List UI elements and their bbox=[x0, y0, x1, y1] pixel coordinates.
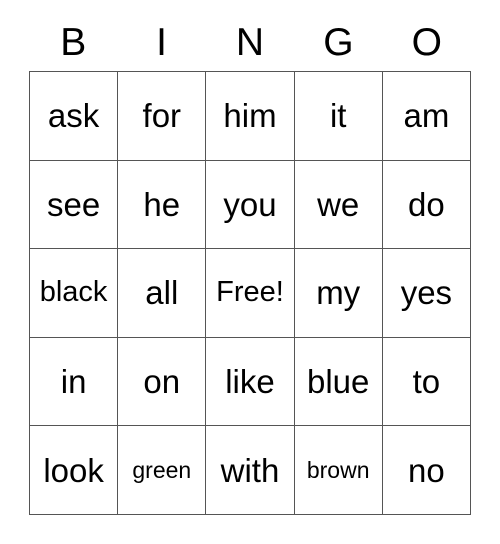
bingo-cell[interactable]: for bbox=[118, 72, 207, 161]
bingo-cell[interactable]: see bbox=[30, 160, 119, 250]
bingo-cell-label: am bbox=[403, 97, 450, 135]
bingo-cell-label: we bbox=[317, 185, 360, 223]
bingo-cell[interactable]: in bbox=[30, 337, 119, 427]
bingo-header-letter-n: N bbox=[235, 21, 265, 64]
bingo-cell[interactable]: black bbox=[30, 249, 119, 338]
bingo-header-letter-b: B bbox=[60, 21, 87, 64]
bingo-header-letter-o: O bbox=[411, 21, 442, 64]
bingo-cell[interactable]: my bbox=[294, 249, 383, 338]
bingo-cell[interactable]: on bbox=[118, 337, 207, 427]
bingo-cell[interactable]: ask bbox=[30, 72, 119, 161]
bingo-cell[interactable]: brown bbox=[294, 426, 383, 515]
bingo-cell-label: brown bbox=[306, 456, 370, 483]
bingo-cell-label: ask bbox=[47, 97, 100, 135]
bingo-cell-label: on bbox=[143, 363, 181, 401]
bingo-cell-label: he bbox=[143, 185, 181, 223]
bingo-cell-label: do bbox=[408, 185, 445, 223]
bingo-cell[interactable]: him bbox=[206, 72, 295, 161]
bingo-cell[interactable]: blue bbox=[294, 337, 383, 427]
bingo-cell-label: to bbox=[412, 363, 441, 401]
bingo-cell[interactable]: yes bbox=[382, 249, 471, 338]
bingo-header-row: B I N G O bbox=[29, 14, 471, 71]
bingo-cell[interactable]: look bbox=[30, 426, 119, 515]
bingo-cell-label: with bbox=[220, 451, 280, 489]
bingo-header-letter-g: G bbox=[323, 21, 354, 64]
bingo-cell-label: look bbox=[43, 451, 104, 489]
bingo-cell-free-space[interactable]: Free! bbox=[206, 249, 295, 338]
bingo-cell-label: like bbox=[225, 363, 275, 401]
bingo-cell[interactable]: it bbox=[294, 72, 383, 161]
bingo-cell[interactable]: to bbox=[382, 337, 471, 427]
bingo-cell[interactable]: am bbox=[382, 72, 471, 161]
bingo-cell-label: my bbox=[316, 274, 361, 312]
bingo-cell-label: black bbox=[39, 276, 108, 309]
bingo-free-space-label: Free! bbox=[216, 276, 284, 309]
bingo-cell-label: in bbox=[60, 363, 87, 401]
bingo-cell-label: him bbox=[223, 97, 277, 135]
bingo-cell-label: for bbox=[142, 97, 182, 135]
bingo-cell-label: yes bbox=[400, 274, 453, 312]
bingo-cell-label: blue bbox=[307, 363, 370, 401]
bingo-header-letter-i: I bbox=[156, 21, 168, 64]
bingo-cell[interactable]: with bbox=[206, 426, 295, 515]
bingo-cell[interactable]: all bbox=[118, 249, 207, 338]
bingo-cell-label: see bbox=[46, 185, 101, 223]
bingo-grid: ask for him it am see he you we do black… bbox=[29, 71, 471, 515]
bingo-cell-label: it bbox=[329, 97, 347, 135]
bingo-cell[interactable]: we bbox=[294, 160, 383, 250]
bingo-cell-label: no bbox=[408, 451, 445, 489]
bingo-cell-label: all bbox=[145, 274, 179, 312]
bingo-cell[interactable]: do bbox=[382, 160, 471, 250]
bingo-cell[interactable]: like bbox=[206, 337, 295, 427]
bingo-cell-label: green bbox=[132, 456, 192, 483]
bingo-cell[interactable]: no bbox=[382, 426, 471, 515]
bingo-cell[interactable]: he bbox=[118, 160, 207, 250]
bingo-cell-label: you bbox=[223, 185, 277, 223]
bingo-cell[interactable]: green bbox=[118, 426, 207, 515]
bingo-card: B I N G O ask for him it am see he you w… bbox=[29, 14, 471, 515]
bingo-cell[interactable]: you bbox=[206, 160, 295, 250]
